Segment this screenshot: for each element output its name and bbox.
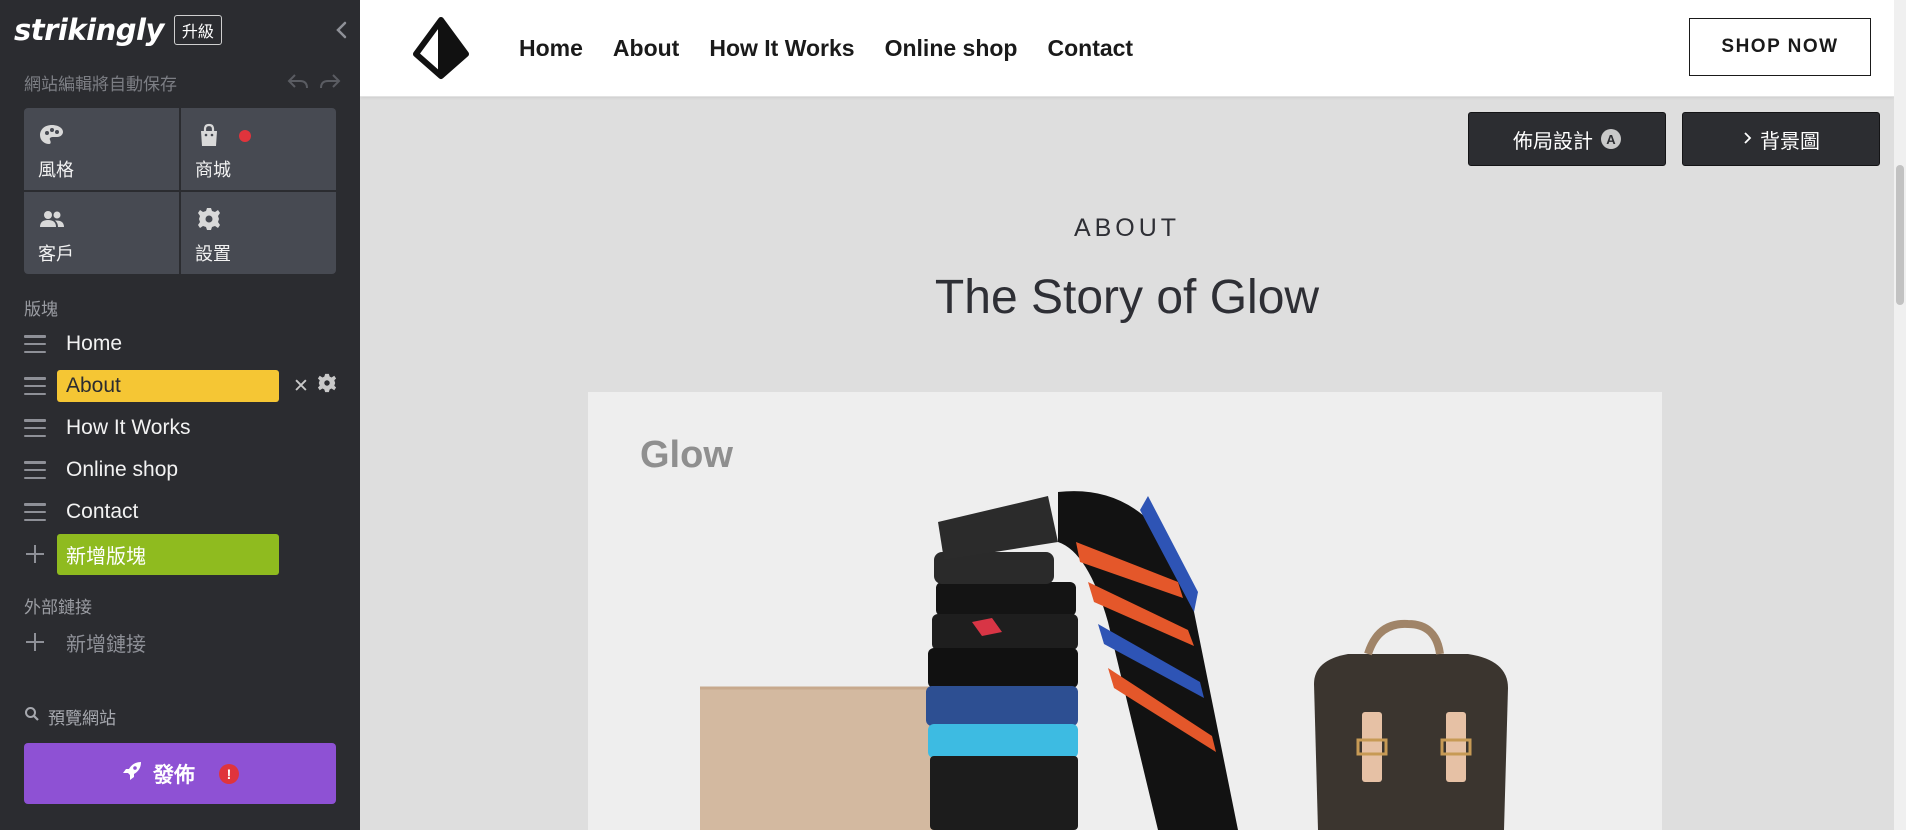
section-item-home[interactable]: Home	[24, 324, 344, 364]
nav-home-link[interactable]: Home	[519, 35, 583, 62]
redo-icon[interactable]	[318, 72, 342, 92]
site-header: Home About How It Works Online shop Cont…	[360, 0, 1894, 97]
photo-brand-text: Glow	[640, 434, 733, 476]
plus-icon[interactable]	[24, 543, 46, 565]
add-section-button[interactable]: 新增版塊	[57, 533, 279, 575]
background-image-label: 背景圖	[1760, 130, 1820, 153]
drag-handle-icon[interactable]	[24, 503, 46, 521]
layout-design-button[interactable]: 佈局設計 A	[1468, 112, 1666, 166]
drag-handle-icon[interactable]	[24, 419, 46, 437]
section-item-actions: ✕	[293, 373, 337, 399]
nav-how-it-works-link[interactable]: How It Works	[709, 35, 854, 62]
gear-icon	[195, 206, 223, 232]
page-scrollbar[interactable]	[1894, 0, 1906, 830]
section-item-label: Contact	[66, 500, 139, 523]
strikingly-logo[interactable]: strikingly	[14, 13, 164, 47]
search-icon	[24, 706, 40, 727]
scrollbar-thumb[interactable]	[1896, 165, 1904, 305]
palette-icon	[38, 122, 66, 148]
tile-style-label: 風格	[38, 160, 74, 180]
about-eyebrow[interactable]: ABOUT	[360, 214, 1894, 243]
editor-sidebar: strikingly 升級 網站編輯將自動保存 風格 商城 客戶 設置 版塊 H…	[0, 0, 360, 830]
section-item-label: Home	[66, 332, 123, 355]
layout-variant-badge: A	[1601, 129, 1621, 149]
rocket-icon	[121, 760, 143, 788]
brand-row: strikingly 升級	[14, 10, 222, 50]
tile-store[interactable]: 商城	[181, 108, 336, 190]
section-item-contact[interactable]: Contact	[24, 492, 344, 532]
section-item-label: Online shop	[66, 458, 179, 481]
site-preview: Home About How It Works Online shop Cont…	[360, 0, 1906, 830]
nav-contact-link[interactable]: Contact	[1047, 35, 1133, 62]
section-item-about[interactable]: About ✕	[24, 366, 344, 406]
collapse-sidebar-icon[interactable]	[332, 18, 352, 42]
publish-alert-icon: !	[219, 763, 239, 784]
tile-style[interactable]: 風格	[24, 108, 179, 190]
plus-icon[interactable]	[24, 631, 46, 653]
preview-site-link[interactable]: 預覽網站	[24, 704, 116, 729]
add-section-row: 新增版塊	[24, 533, 344, 575]
drag-handle-icon[interactable]	[24, 335, 46, 353]
about-photo[interactable]: Glow	[588, 392, 1662, 830]
shop-now-button[interactable]: SHOP NOW	[1689, 18, 1871, 76]
drag-handle-icon[interactable]	[24, 377, 46, 395]
external-links-heading: 外部鏈接	[24, 598, 92, 617]
delete-section-icon[interactable]: ✕	[293, 375, 309, 398]
sections-heading: 版塊	[24, 300, 58, 319]
chevron-right-icon	[1742, 128, 1752, 151]
add-link-button[interactable]: 新增鏈接	[66, 628, 146, 657]
upgrade-button[interactable]: 升級	[173, 15, 222, 45]
tile-customers[interactable]: 客戶	[24, 192, 179, 274]
nav-about-link[interactable]: About	[613, 35, 679, 62]
section-item-how-it-works[interactable]: How It Works	[24, 408, 344, 448]
publish-button[interactable]: 發佈 !	[24, 743, 336, 804]
site-nav: Home About How It Works Online shop Cont…	[519, 0, 1133, 96]
site-logo-icon[interactable]	[410, 16, 472, 80]
nav-online-shop-link[interactable]: Online shop	[885, 35, 1018, 62]
undo-redo-group	[286, 72, 342, 92]
section-item-label: How It Works	[66, 416, 191, 439]
add-link-row[interactable]: 新增鏈接	[24, 622, 344, 662]
store-notification-dot	[239, 130, 251, 142]
preview-site-label: 預覽網站	[48, 709, 116, 728]
editor-tiles: 風格 商城 客戶 設置	[24, 108, 336, 274]
about-title[interactable]: The Story of Glow	[360, 270, 1894, 325]
background-image-button[interactable]: 背景圖	[1682, 112, 1880, 166]
section-settings-icon[interactable]	[317, 373, 337, 399]
drag-handle-icon[interactable]	[24, 461, 46, 479]
publish-label: 發佈	[153, 763, 195, 787]
layout-design-label: 佈局設計	[1513, 130, 1593, 153]
tile-settings-label: 設置	[195, 244, 231, 264]
product-photo-illustration	[588, 392, 1662, 830]
users-icon	[38, 206, 66, 232]
tile-store-label: 商城	[195, 160, 231, 180]
tile-settings[interactable]: 設置	[181, 192, 336, 274]
tile-customers-label: 客戶	[38, 244, 74, 264]
section-item-online-shop[interactable]: Online shop	[24, 450, 344, 490]
shopping-bag-icon	[195, 122, 223, 148]
undo-icon[interactable]	[286, 72, 310, 92]
autosave-row: 網站編輯將自動保存	[24, 70, 342, 94]
section-item-label: About	[57, 370, 279, 402]
autosave-text: 網站編輯將自動保存	[24, 74, 177, 94]
